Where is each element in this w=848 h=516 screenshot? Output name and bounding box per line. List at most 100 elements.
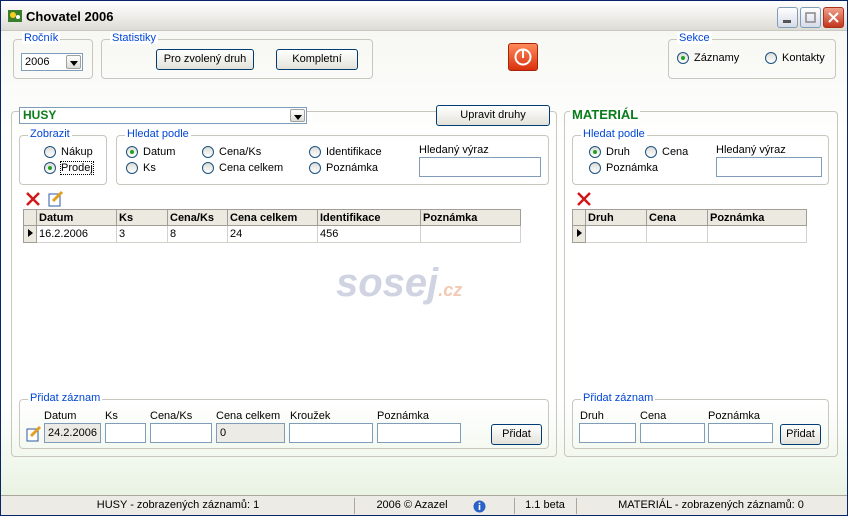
statistiky-group: Statistiky Pro zvolený druh Kompletní — [101, 32, 373, 79]
material-poznamka-field[interactable] — [708, 423, 773, 443]
cell[interactable]: 16.2.2006 — [36, 225, 117, 243]
table-row[interactable] — [572, 225, 807, 243]
radio-kontakty[interactable]: Kontakty — [765, 52, 825, 64]
status-version: 1.1 beta — [525, 499, 565, 511]
calendar-icon[interactable] — [25, 425, 43, 443]
edit-species-button[interactable]: Upravit druhy — [436, 105, 550, 126]
radio-identifikace[interactable]: Identifikace — [309, 146, 382, 158]
field-label: Kroužek — [290, 410, 331, 422]
cena-ks-field[interactable] — [150, 423, 212, 443]
cena-celkem-field[interactable]: 0 — [216, 423, 285, 443]
column-header[interactable]: Poznámka — [707, 209, 807, 226]
window-title: Chovatel 2006 — [26, 9, 114, 24]
column-header[interactable]: Datum — [36, 209, 117, 226]
radio-label: Poznámka — [606, 162, 658, 174]
close-icon — [828, 12, 839, 23]
minimize-button[interactable] — [777, 7, 798, 28]
maximize-icon — [805, 12, 816, 23]
status-bar: HUSY - zobrazených záznamů: 1 2006 © Aza… — [1, 495, 847, 515]
client-area: Ročník 2006 Statistiky Pro zvolený druh … — [1, 31, 847, 495]
cell[interactable] — [707, 225, 807, 243]
radio-label: Datum — [143, 146, 176, 158]
cell[interactable] — [646, 225, 708, 243]
close-button[interactable] — [823, 7, 844, 28]
radio-label: Cena — [662, 146, 689, 158]
row-selector[interactable] — [23, 225, 37, 243]
radio-unchecked-icon — [202, 162, 214, 174]
chevron-down-icon — [290, 109, 305, 122]
material-hledat-group: Hledat podle Druh Poznámka Cena Hledaný … — [572, 128, 829, 185]
row-selector[interactable] — [572, 225, 586, 243]
maximize-button[interactable] — [800, 7, 821, 28]
field-label: Poznámka — [708, 410, 760, 422]
table-row[interactable]: 16.2.2006 3 8 24 456 — [23, 225, 521, 243]
zobrazit-title: Zobrazit — [28, 128, 72, 140]
delete-icon[interactable] — [576, 191, 592, 207]
radio-label: Nákup — [61, 146, 93, 158]
power-icon — [514, 48, 532, 66]
material-add-button[interactable]: Přidat — [780, 424, 821, 445]
cell[interactable]: 24 — [227, 225, 318, 243]
status-left: HUSY - zobrazených záznamů: 1 — [96, 499, 260, 511]
status-copyright: 2006 © Azazel — [376, 499, 448, 511]
radio-druh[interactable]: Druh — [589, 146, 630, 158]
poznamka-field[interactable] — [377, 423, 461, 443]
radio-checked-icon — [126, 146, 138, 158]
zobrazit-group: Zobrazit Nákup Prodej — [19, 128, 107, 185]
hledat-title: Hledat podle — [125, 128, 191, 140]
stats-complete-button[interactable]: Kompletní — [276, 49, 358, 70]
radio-prodej[interactable]: Prodej — [44, 161, 94, 175]
cell[interactable]: 8 — [167, 225, 228, 243]
radio-nakup[interactable]: Nákup — [44, 146, 93, 158]
radio-label: Druh — [606, 146, 630, 158]
column-header[interactable]: Druh — [585, 209, 647, 226]
material-add-title: Přidat záznam — [581, 392, 656, 404]
radio-zaznamy[interactable]: Záznamy — [677, 52, 739, 64]
radio-cena[interactable]: Cena — [645, 146, 688, 158]
rocnik-group: Ročník 2006 — [13, 32, 93, 79]
radio-material-poznamka[interactable]: Poznámka — [589, 162, 658, 174]
info-icon[interactable] — [473, 500, 486, 513]
material-add-group: Přidat záznam Druh Cena Poznámka Přidat — [572, 392, 829, 449]
radio-label: Záznamy — [694, 52, 740, 64]
status-divider — [576, 498, 577, 514]
search-label: Hledaný výraz — [419, 144, 489, 156]
cena-field[interactable] — [640, 423, 705, 443]
radio-ks[interactable]: Ks — [126, 162, 156, 174]
stats-selected-button[interactable]: Pro zvolený druh — [156, 49, 254, 70]
add-record-group: Přidat záznam Datum Ks Cena/Ks Cena celk… — [19, 392, 549, 449]
column-header[interactable]: Cena/Ks — [167, 209, 228, 226]
field-label: Druh — [580, 410, 604, 422]
rocnik-title: Ročník — [22, 32, 61, 44]
date-field[interactable]: 24.2.2006 — [44, 423, 101, 443]
radio-poznamka[interactable]: Poznámka — [309, 162, 378, 174]
radio-cena-ks[interactable]: Cena/Ks — [202, 146, 261, 158]
radio-datum[interactable]: Datum — [126, 146, 175, 158]
power-button[interactable] — [508, 43, 538, 71]
radio-unchecked-icon — [126, 162, 138, 174]
search-input[interactable] — [419, 157, 541, 177]
column-header[interactable]: Poznámka — [420, 209, 521, 226]
material-search-input[interactable] — [716, 157, 822, 177]
species-select[interactable]: HUSY — [19, 107, 307, 124]
hledat-group: Hledat podle Datum Ks Cena/Ks Cena celke… — [116, 128, 549, 185]
ks-field[interactable] — [105, 423, 146, 443]
material-title: MATERIÁL — [570, 107, 641, 122]
column-header[interactable]: Identifikace — [317, 209, 421, 226]
column-header[interactable]: Cena celkem — [227, 209, 318, 226]
year-select[interactable]: 2006 — [21, 53, 83, 71]
column-header[interactable]: Ks — [116, 209, 168, 226]
column-header[interactable]: Cena — [646, 209, 708, 226]
druh-field[interactable] — [579, 423, 636, 443]
species-value: HUSY — [23, 108, 57, 122]
cell[interactable] — [420, 225, 521, 243]
cell[interactable]: 456 — [317, 225, 421, 243]
add-button[interactable]: Přidat — [491, 424, 542, 445]
edit-record-icon[interactable] — [47, 190, 65, 208]
krouzek-field[interactable] — [289, 423, 373, 443]
material-table: Druh Cena Poznámka — [572, 209, 807, 243]
cell[interactable] — [585, 225, 647, 243]
radio-cena-celkem[interactable]: Cena celkem — [202, 162, 283, 174]
delete-icon[interactable] — [25, 191, 41, 207]
cell[interactable]: 3 — [116, 225, 168, 243]
